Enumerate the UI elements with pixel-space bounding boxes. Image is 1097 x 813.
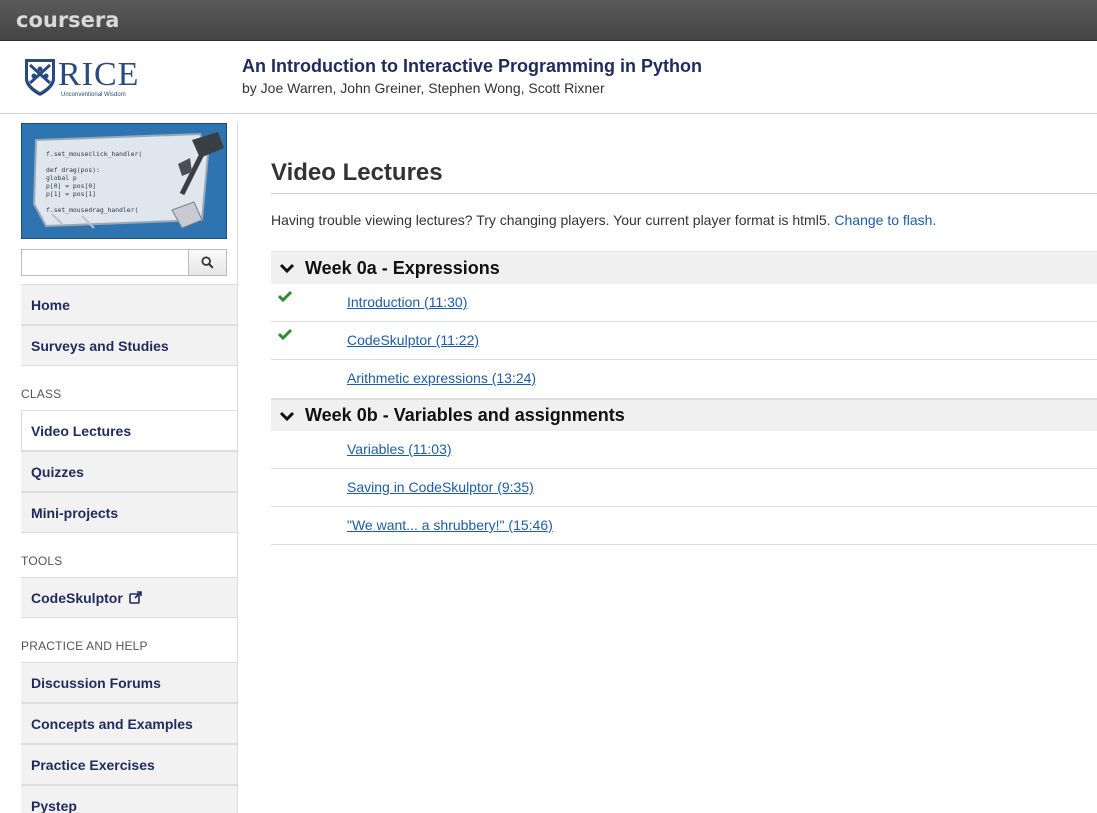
sidebar-item-quizzes[interactable]: Quizzes bbox=[21, 451, 237, 492]
course-title[interactable]: An Introduction to Interactive Programmi… bbox=[242, 56, 702, 77]
search-icon bbox=[201, 256, 214, 269]
sidebar-item-home[interactable]: Home bbox=[21, 284, 237, 325]
check-icon bbox=[278, 328, 292, 340]
rice-wordmark: RICE bbox=[58, 56, 140, 93]
sidebar-item-video-lectures[interactable]: Video Lectures bbox=[21, 410, 238, 451]
sidebar-item-label: Practice Exercises bbox=[31, 756, 155, 773]
section-title-tools: TOOLS bbox=[21, 554, 63, 568]
sidebar: f.set_mouseclick_handler( def drag(pos):… bbox=[0, 115, 238, 813]
coursera-logo[interactable]: coursera bbox=[16, 8, 119, 32]
section-title-practice: PRACTICE AND HELP bbox=[21, 639, 148, 653]
code-line-1: f.set_mouseclick_handler( bbox=[46, 150, 142, 158]
sidebar-item-label: Pystep bbox=[31, 797, 77, 813]
code-line-5: p[1] = pos[1] bbox=[46, 190, 96, 198]
sidebar-item-label: Video Lectures bbox=[31, 422, 132, 439]
code-line-3: global p bbox=[46, 174, 77, 182]
player-notice: Having trouble viewing lectures? Try cha… bbox=[271, 212, 936, 228]
sidebar-item-discussion-forums[interactable]: Discussion Forums bbox=[21, 662, 237, 703]
title-divider bbox=[271, 193, 1097, 194]
notice-text: Having trouble viewing lectures? Try cha… bbox=[271, 212, 835, 228]
top-bar: coursera bbox=[0, 0, 1097, 41]
external-link-icon bbox=[128, 591, 142, 604]
lecture-row: Saving in CodeSkulptor (9:35) bbox=[271, 469, 1097, 507]
lecture-row: "We want... a shrubbery!" (15:46) bbox=[271, 507, 1097, 545]
code-line-2: def drag(pos): bbox=[46, 166, 100, 174]
chevron-down-icon bbox=[279, 260, 295, 276]
sidebar-item-mini-projects[interactable]: Mini-projects bbox=[21, 492, 237, 533]
code-line-4: p[0] = pos[0] bbox=[46, 182, 96, 190]
sidebar-item-label: Surveys and Studies bbox=[31, 337, 169, 354]
course-image-art: f.set_mouseclick_handler( def drag(pos):… bbox=[22, 124, 226, 238]
page-title: Video Lectures bbox=[271, 159, 443, 186]
search-box bbox=[21, 249, 227, 276]
rice-tagline: Unconventional Wisdom bbox=[61, 92, 126, 98]
week-title: Week 0b - Variables and assignments bbox=[305, 405, 625, 425]
week-title: Week 0a - Expressions bbox=[305, 257, 500, 278]
sidebar-item-label: Home bbox=[31, 296, 70, 313]
change-to-flash-link[interactable]: Change to flash. bbox=[834, 212, 936, 228]
lecture-row: CodeSkulptor (11:22) bbox=[271, 322, 1097, 360]
sidebar-item-label: Discussion Forums bbox=[31, 674, 161, 691]
check-icon bbox=[278, 290, 292, 302]
course-image: f.set_mouseclick_handler( def drag(pos):… bbox=[21, 123, 227, 239]
course-authors: by Joe Warren, John Greiner, Stephen Won… bbox=[242, 80, 605, 96]
sidebar-item-concepts[interactable]: Concepts and Examples bbox=[21, 703, 237, 744]
lecture-row: Introduction (11:30) bbox=[271, 284, 1097, 322]
course-header: RICE Unconventional Wisdom An Introducti… bbox=[0, 41, 1097, 114]
sidebar-item-label: Concepts and Examples bbox=[31, 715, 193, 732]
sidebar-item-label: Quizzes bbox=[31, 463, 84, 480]
lecture-row: Arithmetic expressions (13:24) bbox=[271, 360, 1097, 398]
lecture-link[interactable]: "We want... a shrubbery!" (15:46) bbox=[347, 517, 553, 533]
lecture-link[interactable]: Arithmetic expressions (13:24) bbox=[347, 370, 536, 386]
lecture-link[interactable]: Variables (11:03) bbox=[347, 441, 452, 457]
code-line-6: f.set_mousedrag_handler( bbox=[46, 206, 138, 214]
week-header-0a[interactable]: Week 0a - Expressions bbox=[271, 251, 1097, 284]
sidebar-item-label: Mini-projects bbox=[31, 504, 119, 521]
sidebar-item-pystep[interactable]: Pystep bbox=[21, 785, 237, 813]
sidebar-item-practice-exercises[interactable]: Practice Exercises bbox=[21, 744, 237, 785]
week-header-0b[interactable]: Week 0b - Variables and assignments bbox=[271, 398, 1097, 431]
search-input[interactable] bbox=[22, 250, 189, 275]
lecture-link[interactable]: Saving in CodeSkulptor (9:35) bbox=[347, 479, 534, 495]
sidebar-item-surveys[interactable]: Surveys and Studies bbox=[21, 325, 237, 366]
lecture-link[interactable]: Introduction (11:30) bbox=[347, 294, 467, 310]
section-title-class: CLASS bbox=[21, 387, 62, 401]
lecture-row: Variables (11:03) bbox=[271, 431, 1097, 469]
lecture-link[interactable]: CodeSkulptor (11:22) bbox=[347, 332, 479, 348]
search-button[interactable] bbox=[188, 250, 226, 275]
rice-logo[interactable]: RICE Unconventional Wisdom bbox=[24, 57, 138, 101]
rice-shield-icon bbox=[25, 59, 55, 96]
sidebar-item-codeskulptor[interactable]: CodeSkulptor bbox=[21, 577, 237, 618]
sidebar-item-label: CodeSkulptor bbox=[31, 589, 123, 606]
main-content: Video Lectures Having trouble viewing le… bbox=[238, 115, 1097, 813]
chevron-down-icon bbox=[279, 408, 295, 424]
